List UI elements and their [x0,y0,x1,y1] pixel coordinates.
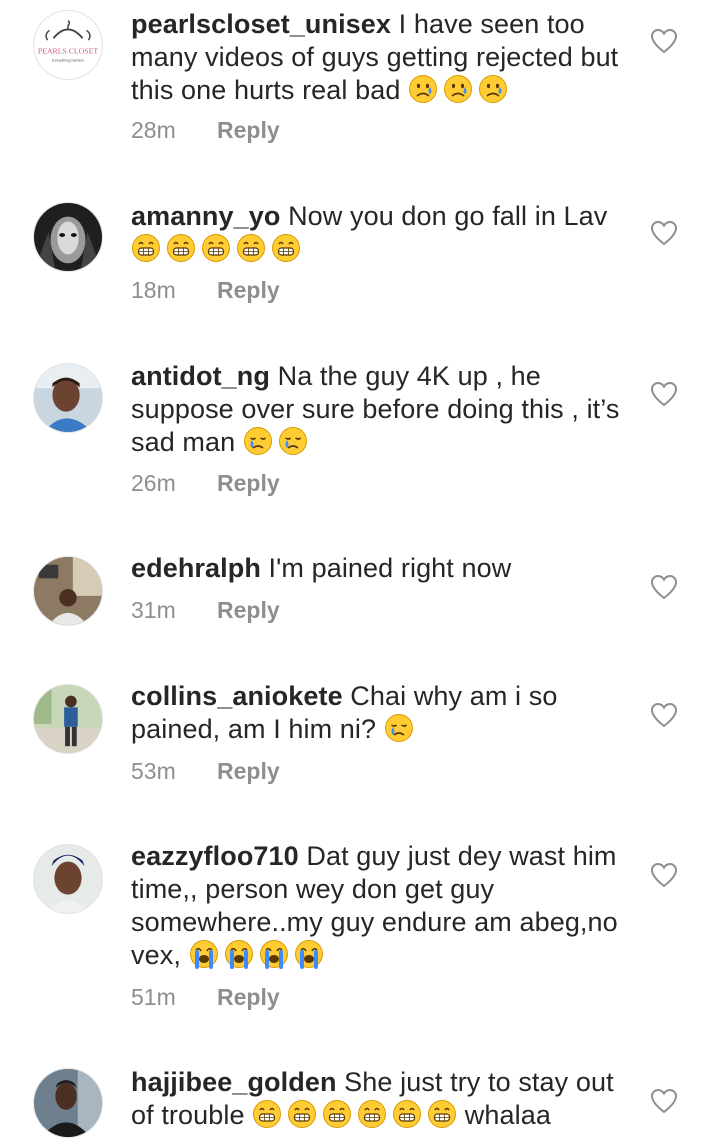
comment-meta: 26m Reply [131,470,280,497]
emoji-group [408,75,508,105]
grin-face-emoji [322,1099,352,1129]
heart-icon[interactable] [650,1088,678,1114]
avatar[interactable] [33,1068,103,1138]
comment-body: edehralph I'm pained right now [131,552,631,585]
heart-icon[interactable] [650,862,678,888]
comment-text: I'm pained right now [268,553,512,583]
avatar[interactable] [33,684,103,754]
comment-username[interactable]: amanny_yo [131,201,280,231]
comment-meta: 51m Reply [131,984,280,1011]
sad-tear-face-emoji [443,74,473,104]
comment-body: pearlscloset_unisex I have seen too many… [131,8,631,107]
heart-icon[interactable] [650,574,678,600]
sad-tear-face-emoji [478,74,508,104]
comment-meta: 53m Reply [131,758,280,785]
comment-text: Now you don go fall in Lav [288,201,608,231]
comment-body: amanny_yo Now you don go fall in Lav [131,200,631,266]
loud-cry-face-emoji [294,939,324,969]
crying-face-emoji [243,426,273,456]
grin-face-emoji [392,1099,422,1129]
comment-timestamp: 53m [131,758,176,784]
grin-face-emoji [252,1099,282,1129]
comment-timestamp: 31m [131,597,176,623]
heart-icon[interactable] [650,28,678,54]
comment-trailing-text: whalaa [464,1100,551,1130]
avatar[interactable] [33,363,103,433]
comment-body: antidot_ng Na the guy 4K up , he suppose… [131,360,631,459]
sad-tear-face-emoji [408,74,438,104]
emoji-group [189,940,324,970]
comment-meta: 18m Reply [131,277,280,304]
reply-button[interactable]: Reply [217,984,280,1010]
reply-button[interactable]: Reply [217,117,280,143]
comment-meta: 31m Reply [131,597,280,624]
emoji-group [252,1100,457,1130]
grin-face-emoji [131,233,161,263]
comment-body: hajjibee_golden She just try to stay out… [131,1066,631,1132]
comment-body: eazzyfloo710 Dat guy just dey wast him t… [131,840,631,972]
crying-face-emoji [384,713,414,743]
avatar-logo-subtext: Everything fashion [52,58,84,63]
avatar[interactable] [33,556,103,626]
grin-face-emoji [166,233,196,263]
comment-timestamp: 26m [131,470,176,496]
comment-username[interactable]: pearlscloset_unisex [131,9,391,39]
crying-face-emoji [278,426,308,456]
grin-face-emoji [201,233,231,263]
comment-username[interactable]: edehralph [131,553,261,583]
comment-meta: 28m Reply [131,117,280,144]
emoji-group [384,714,414,744]
reply-button[interactable]: Reply [217,597,280,623]
avatar[interactable]: PEARLS CLOSET Everything fashion [33,10,103,80]
avatar[interactable] [33,202,103,272]
comment-body: collins_aniokete Chai why am i so pained… [131,680,631,746]
emoji-group [243,427,308,457]
comment-timestamp: 51m [131,984,176,1010]
reply-button[interactable]: Reply [217,277,280,303]
reply-button[interactable]: Reply [217,470,280,496]
comment-timestamp: 18m [131,277,176,303]
comment-username[interactable]: antidot_ng [131,361,270,391]
loud-cry-face-emoji [224,939,254,969]
comment-username[interactable]: hajjibee_golden [131,1067,337,1097]
heart-icon[interactable] [650,702,678,728]
grin-face-emoji [287,1099,317,1129]
comment-timestamp: 28m [131,117,176,143]
comment-username[interactable]: collins_aniokete [131,681,343,711]
loud-cry-face-emoji [189,939,219,969]
grin-face-emoji [271,233,301,263]
avatar-logo-text: PEARLS CLOSET [38,47,98,56]
emoji-group [131,234,301,264]
heart-icon[interactable] [650,220,678,246]
grin-face-emoji [427,1099,457,1129]
loud-cry-face-emoji [259,939,289,969]
comment-username[interactable]: eazzyfloo710 [131,841,299,871]
grin-face-emoji [236,233,266,263]
heart-icon[interactable] [650,381,678,407]
reply-button[interactable]: Reply [217,758,280,784]
avatar[interactable] [33,844,103,914]
grin-face-emoji [357,1099,387,1129]
